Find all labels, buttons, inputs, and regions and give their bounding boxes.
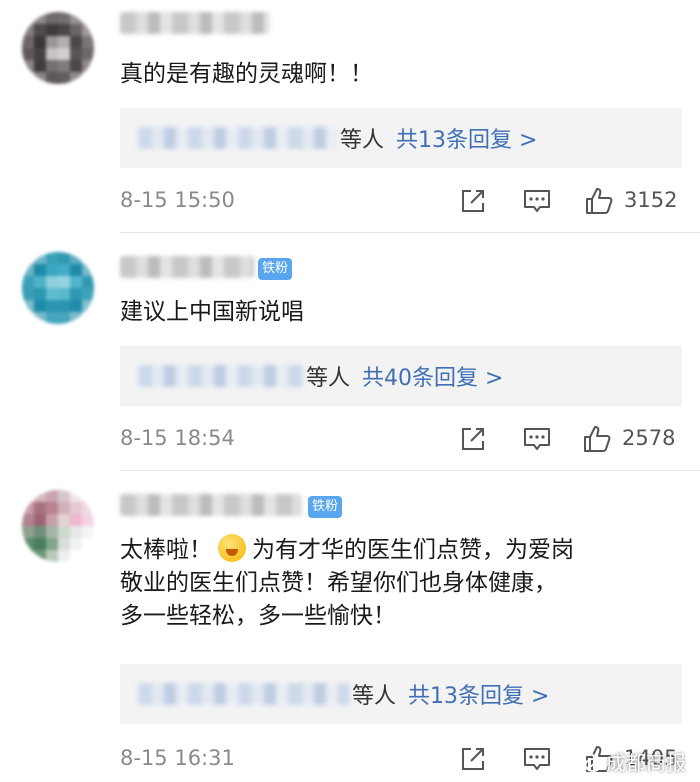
reply-usernames-redacted [138, 683, 350, 705]
fan-badge: 铁粉 [308, 496, 343, 518]
replies-box[interactable]: 等人 共40条回复 > [120, 346, 682, 406]
timestamp: 8-15 16:31 [120, 746, 235, 770]
share-icon[interactable] [458, 186, 488, 216]
replies-box[interactable]: 等人 共13条回复 > [120, 664, 682, 724]
timestamp: 8-15 18:54 [120, 426, 235, 450]
replies-etc-label: 等人 [306, 366, 351, 391]
comment-text-part: 太棒啦！ [120, 537, 212, 563]
comment-icon[interactable] [522, 744, 552, 774]
view-replies-link[interactable]: 共13条回复 > [396, 122, 537, 154]
avatar[interactable] [22, 252, 94, 324]
comment-text: 太棒啦！ 为有才华的医生们点赞，为爱岗 敬业的医生们点赞！希望你们也身体健康， 多… [120, 534, 670, 633]
fan-badge: 铁粉 [258, 258, 293, 280]
comment-meta: 8-15 15:50 3152 [120, 186, 700, 216]
view-replies-link[interactable]: 共40条回复 > [362, 360, 503, 392]
watermark-text: 成都商报 [606, 751, 686, 775]
divider [120, 470, 700, 471]
share-icon[interactable] [458, 744, 488, 774]
share-icon[interactable] [458, 424, 488, 454]
replies-box[interactable]: 等人 共13条回复 > [120, 108, 682, 168]
username-redacted[interactable] [120, 256, 254, 278]
replies-etc-label: 等人 [352, 684, 397, 709]
username-redacted[interactable] [120, 12, 270, 34]
comment-meta: 8-15 18:54 2578 [120, 424, 700, 454]
comment-text: 建议上中国新说唱 [120, 299, 304, 325]
like-count: 3152 [624, 188, 678, 212]
reply-usernames-redacted [138, 127, 338, 149]
comment-icon[interactable] [522, 186, 552, 216]
comment-text: 真的是有趣的灵魂啊！！ [120, 61, 373, 87]
reply-usernames-redacted [138, 365, 304, 387]
smiling-face-emoji-icon [218, 534, 246, 562]
avatar[interactable] [22, 490, 94, 562]
timestamp: 8-15 15:50 [120, 188, 235, 212]
replies-etc-label: 等人 [340, 128, 385, 153]
comment-icon[interactable] [522, 424, 552, 454]
like-count: 2578 [622, 426, 676, 450]
watermark: 成都商报 [576, 747, 686, 776]
username-redacted[interactable] [120, 494, 302, 516]
like-icon[interactable] [582, 424, 612, 454]
wechat-icon [576, 751, 602, 772]
avatar[interactable] [22, 12, 94, 84]
view-replies-link[interactable]: 共13条回复 > [408, 678, 549, 710]
like-icon[interactable] [584, 186, 614, 216]
divider [120, 232, 700, 233]
